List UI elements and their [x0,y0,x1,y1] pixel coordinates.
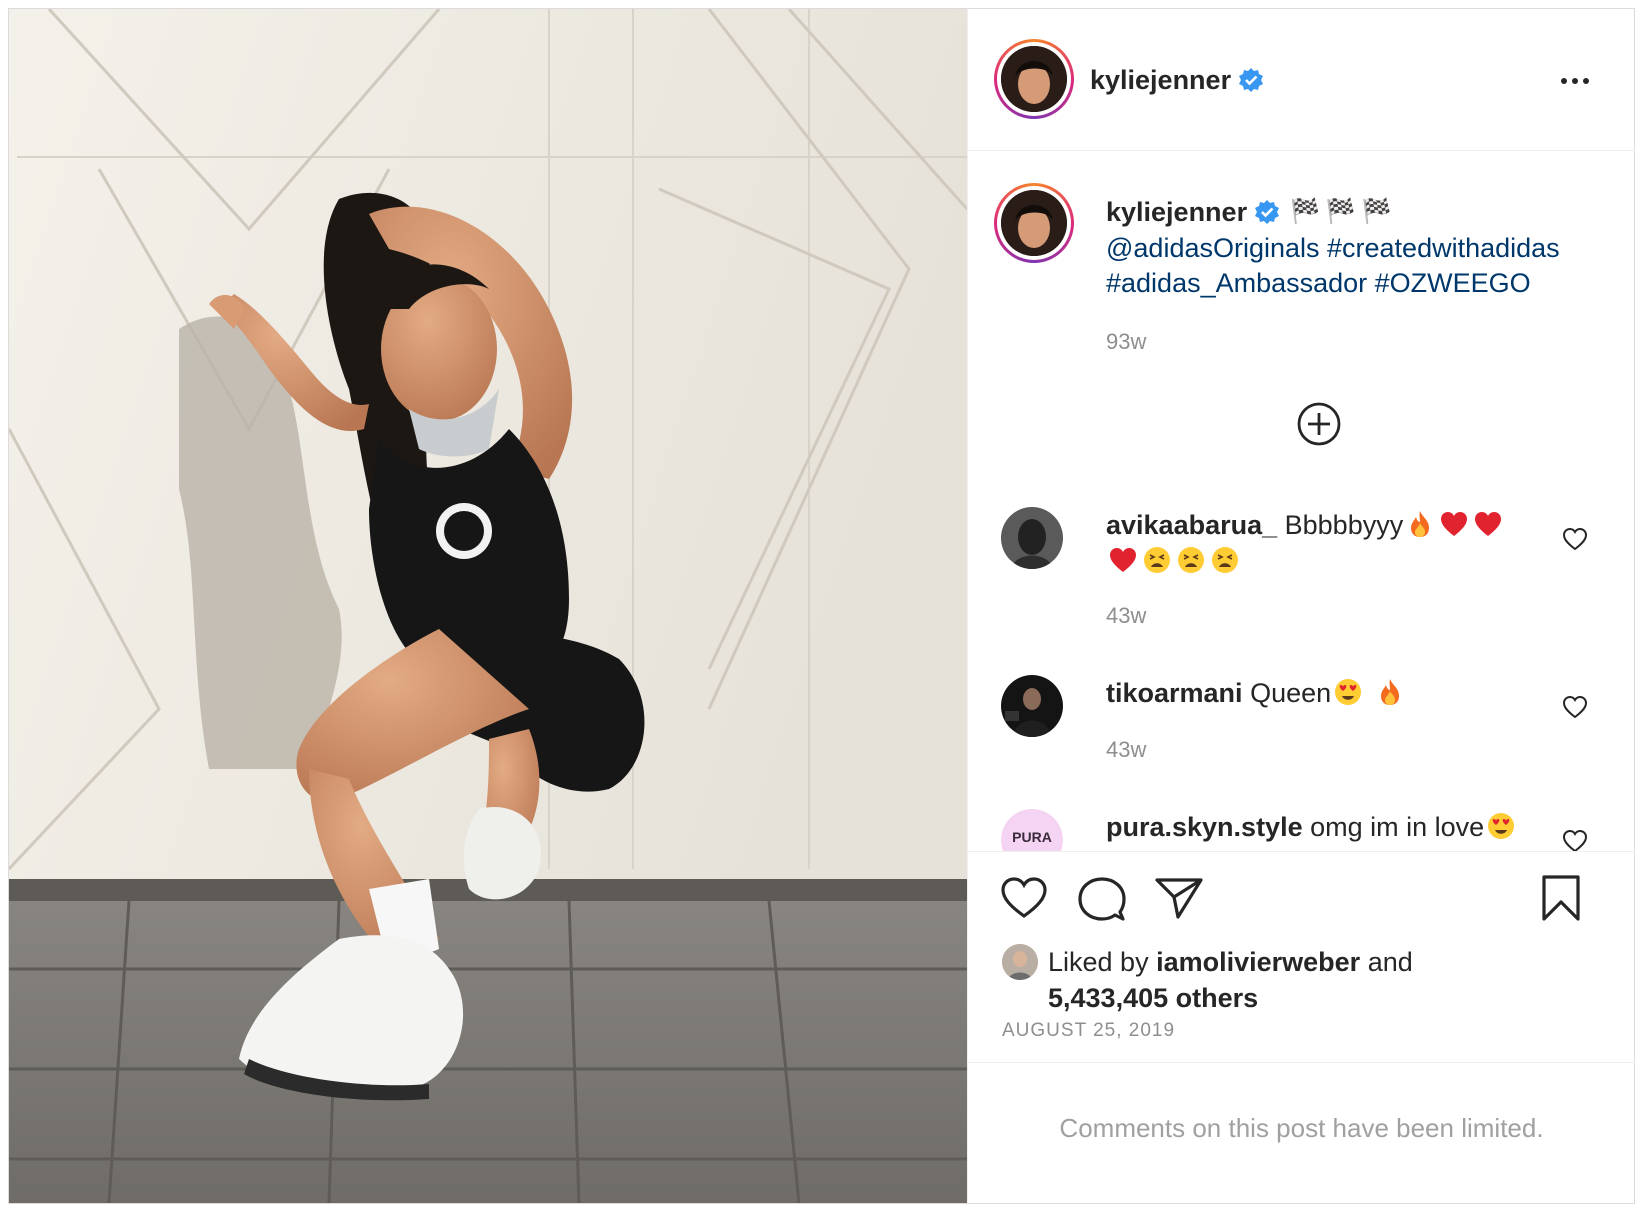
author-username[interactable]: kyliejenner [1090,65,1231,96]
more-horizontal-icon [1561,78,1567,84]
author-avatar[interactable] [994,39,1074,119]
comments-limited-text: Comments on this post have been limited. [1059,1113,1544,1143]
comments-limited-notice: Comments on this post have been limited. [968,1062,1635,1204]
fire-emoji-icon [1411,511,1430,537]
tired-face-emoji-icon [1144,547,1170,573]
comment-body: omg im in love [1310,812,1485,842]
comment-like-heart-icon[interactable] [1562,527,1588,551]
post-date[interactable]: AUGUST 25, 2019 [1002,1020,1175,1042]
comment-avatar[interactable] [1001,675,1063,737]
comment-avatar[interactable] [1001,507,1063,569]
red-heart-emoji-icon [1441,512,1468,536]
comment-item: avikaabarua_ Bbbbbyyy [1106,507,1546,579]
post-actions: Liked by iamolivierweber and 5,433,405 o… [968,851,1635,1203]
caption-time[interactable]: 93w [1106,329,1146,355]
post-side-panel: kyliejenner kyliejenner 🏁🏁🏁 @adidasOrigi… [967,9,1635,1203]
caption-text: @adidasOriginals #createdwithadidas #adi… [1106,231,1626,301]
likes-count[interactable]: 5,433,405 others [1048,983,1258,1013]
fire-emoji-icon [1380,679,1399,705]
tired-face-emoji-icon [1212,547,1238,573]
checkered-flags: 🏁🏁🏁 [1290,198,1398,225]
comment-avatar[interactable]: PURA [1001,809,1063,851]
comment-username[interactable]: avikaabarua_ [1106,510,1277,540]
comment-time[interactable]: 43w [1106,737,1146,763]
comment-username[interactable]: tikoarmani [1106,678,1243,708]
like-heart-icon[interactable] [1000,876,1048,920]
tired-face-emoji-icon [1178,547,1204,573]
comment-like-heart-icon[interactable] [1562,695,1588,719]
red-heart-emoji-icon [1110,548,1136,572]
verified-badge-icon [1239,68,1263,92]
plus-circle-icon[interactable] [1296,401,1342,447]
post-header: kyliejenner [968,9,1635,151]
likes-prefix: Liked by [1048,947,1157,977]
likes-summary: Liked by iamolivierweber and 5,433,405 o… [1048,944,1568,1016]
comment-time[interactable]: 43w [1106,603,1146,629]
liker-username[interactable]: iamolivierweber [1156,947,1360,977]
save-bookmark-icon[interactable] [1540,874,1582,922]
comment-body: Queen [1250,678,1332,708]
comment-item: pura.skyn.style omg im in love [1106,809,1546,845]
heart-eyes-emoji-icon [1488,813,1515,839]
more-options-button[interactable] [1561,71,1601,95]
caption-avatar[interactable] [994,183,1074,263]
caption-username[interactable]: kyliejenner [1106,197,1247,228]
comment-like-heart-icon[interactable] [1562,829,1588,851]
share-paper-plane-icon[interactable] [1154,876,1204,920]
red-heart-emoji-icon [1475,512,1502,536]
heart-eyes-emoji-icon [1335,679,1362,705]
verified-badge-icon [1255,200,1279,224]
comment-item: tikoarmani Queen [1106,675,1546,711]
liker-avatar[interactable] [1002,944,1038,980]
likes-and: and [1360,947,1413,977]
comment-bubble-icon[interactable] [1078,876,1126,922]
comments-list[interactable]: kyliejenner 🏁🏁🏁 @adidasOriginals #create… [968,151,1635,851]
post-photo[interactable] [9,9,967,1203]
caption-line-2[interactable]: #adidas_Ambassador #OZWEEGO [1106,266,1626,301]
comment-username[interactable]: pura.skyn.style [1106,812,1303,842]
instagram-post: kyliejenner kyliejenner 🏁🏁🏁 @adidasOrigi… [8,8,1635,1204]
avatar-text: PURA [1012,829,1052,845]
caption-line-1[interactable]: @adidasOriginals #createdwithadidas [1106,231,1626,266]
comment-body: Bbbbbyyy [1284,510,1404,540]
